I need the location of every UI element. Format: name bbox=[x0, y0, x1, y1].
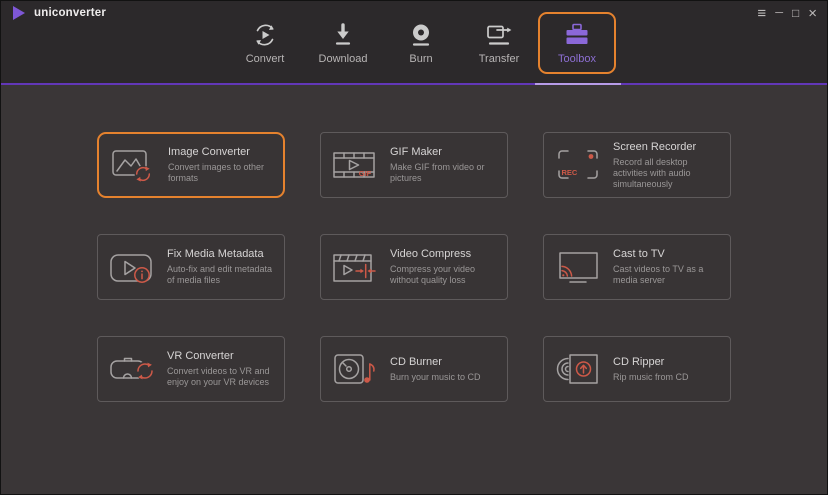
card-title: Screen Recorder bbox=[613, 140, 697, 153]
card-title: Fix Media Metadata bbox=[167, 248, 264, 260]
card-title: GIF Maker bbox=[390, 146, 442, 158]
toolbox-icon bbox=[562, 19, 592, 51]
minimize-button[interactable]: ─ bbox=[775, 7, 783, 19]
tab-burn[interactable]: Burn bbox=[382, 12, 460, 74]
cast-to-tv-icon bbox=[554, 248, 602, 286]
transfer-icon bbox=[484, 19, 514, 51]
cd-burner-icon bbox=[331, 350, 379, 388]
tab-toolbox[interactable]: Toolbox bbox=[538, 12, 616, 74]
gif-label: GIF bbox=[359, 169, 372, 178]
card-title: Image Converter bbox=[168, 146, 250, 158]
app-title: uniconverter bbox=[34, 7, 107, 19]
card-subtitle: Convert videos to VR and enjoy on your V… bbox=[167, 366, 270, 387]
image-converter-icon bbox=[109, 146, 157, 184]
rec-label: REC bbox=[562, 168, 578, 177]
tab-label: Download bbox=[318, 53, 368, 65]
card-screen-recorder[interactable]: REC Screen Recorder Record all desktop a… bbox=[543, 132, 731, 198]
card-gif-maker[interactable]: GIF GIF Maker Make GIF from video or pic… bbox=[320, 132, 508, 198]
card-subtitle: Make GIF from video or pictures bbox=[390, 162, 485, 183]
download-icon bbox=[328, 19, 358, 51]
burn-icon bbox=[406, 19, 436, 51]
tab-convert[interactable]: Convert bbox=[226, 12, 304, 74]
card-title: Cast to TV bbox=[613, 248, 665, 260]
card-subtitle: Compress your video without quality loss bbox=[390, 264, 476, 285]
tab-label: Burn bbox=[409, 53, 433, 65]
window-controls: ≡ ─ □ × bbox=[757, 6, 817, 21]
card-subtitle: Convert images to other formats bbox=[168, 162, 265, 183]
card-subtitle: Cast videos to TV as a media server bbox=[613, 264, 704, 285]
card-vr-converter[interactable]: VR Converter Convert videos to VR and en… bbox=[97, 336, 285, 402]
card-title: VR Converter bbox=[167, 350, 234, 362]
card-title: Video Compress bbox=[390, 248, 472, 260]
video-compress-icon bbox=[331, 248, 379, 286]
card-image-converter[interactable]: Image Converter Convert images to other … bbox=[97, 132, 285, 198]
tab-download[interactable]: Download bbox=[304, 12, 382, 74]
cd-ripper-icon bbox=[554, 350, 602, 388]
app-window: uniconverter ≡ ─ □ × Convert Download Bu… bbox=[0, 0, 828, 495]
fix-media-metadata-icon bbox=[108, 248, 156, 286]
tab-transfer[interactable]: Transfer bbox=[460, 12, 538, 74]
card-fix-media-metadata[interactable]: Fix Media Metadata Auto-fix and edit met… bbox=[97, 234, 285, 300]
card-cd-burner[interactable]: CD Burner Burn your music to CD bbox=[320, 336, 508, 402]
card-subtitle: Burn your music to CD bbox=[390, 371, 481, 382]
toolbox-panel: Image Converter Convert images to other … bbox=[1, 85, 827, 494]
gif-maker-icon: GIF bbox=[331, 146, 379, 184]
convert-icon bbox=[250, 19, 280, 51]
card-cd-ripper[interactable]: CD Ripper Rip music from CD bbox=[543, 336, 731, 402]
card-subtitle: Auto-fix and edit metadata of media file… bbox=[167, 264, 273, 285]
main-nav: Convert Download Burn Transfer Toolbox bbox=[226, 12, 616, 74]
card-subtitle: Record all desktop activities with audio… bbox=[613, 156, 691, 189]
tab-label: Convert bbox=[245, 53, 285, 65]
header: uniconverter ≡ ─ □ × Convert Download Bu… bbox=[1, 1, 827, 85]
vr-converter-icon bbox=[108, 350, 156, 388]
card-cast-to-tv[interactable]: Cast to TV Cast videos to TV as a media … bbox=[543, 234, 731, 300]
card-video-compress[interactable]: Video Compress Compress your video witho… bbox=[320, 234, 508, 300]
maximize-button[interactable]: □ bbox=[792, 7, 799, 19]
screen-recorder-icon: REC bbox=[554, 146, 602, 184]
tab-label: Toolbox bbox=[558, 53, 596, 65]
card-subtitle: Rip music from CD bbox=[613, 371, 689, 382]
close-button[interactable]: × bbox=[808, 6, 817, 21]
app-logo-icon bbox=[13, 6, 25, 20]
tab-label: Transfer bbox=[478, 53, 520, 65]
card-title: CD Ripper bbox=[613, 355, 665, 368]
tools-grid: Image Converter Convert images to other … bbox=[1, 85, 827, 402]
menu-icon[interactable]: ≡ bbox=[757, 6, 766, 21]
card-title: CD Burner bbox=[390, 355, 442, 368]
